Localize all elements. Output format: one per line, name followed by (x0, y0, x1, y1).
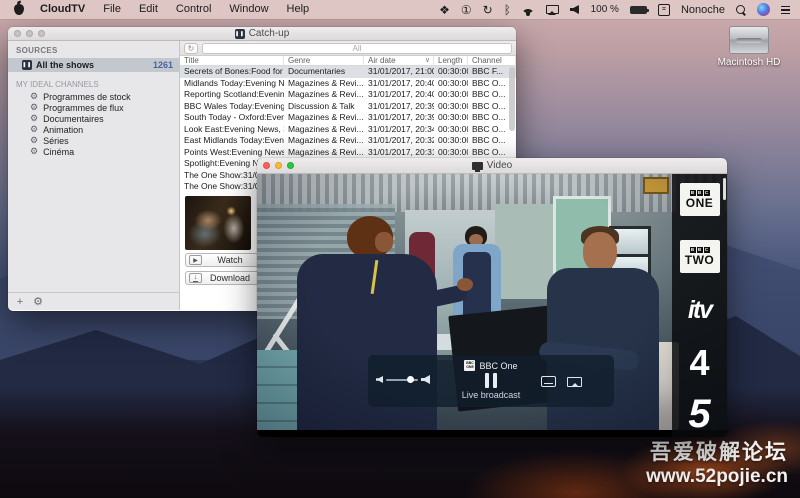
video-titlebar[interactable]: Video (257, 158, 727, 174)
siri-icon[interactable] (757, 3, 770, 16)
gear-icon: ⚙ (30, 102, 39, 112)
table-row[interactable]: East Midlands Today:Evening... Magazines… (180, 135, 516, 147)
gear-icon: ⚙ (30, 146, 39, 156)
table-row[interactable]: Secrets of Bones:Food for Th... Document… (180, 66, 516, 78)
disk-label: Macintosh HD (717, 57, 781, 68)
pause-button[interactable] (485, 373, 497, 388)
sidebar-channel-animation[interactable]: ⚙ Animation (8, 124, 179, 135)
column-header-air-date[interactable]: Air date ∨ (364, 56, 434, 66)
play-icon: ▶ (189, 255, 202, 265)
all-shows-label: All the shows (36, 60, 95, 70)
sidebar-channel-séries[interactable]: ⚙ Séries (8, 135, 179, 146)
column-header-channel[interactable]: Channel (468, 56, 516, 66)
input-source-icon[interactable]: ⌗ (657, 3, 670, 16)
bbc-one-mini-logo: BBC ONE (464, 360, 476, 371)
sidebar-channel-programmes-de-stock[interactable]: ⚙ Programmes de stock (8, 91, 179, 102)
video-title: Video (257, 160, 727, 172)
channel-list-rail: B B C ONE B B C TWO itv 4 5 (672, 174, 727, 437)
catchup-titlebar[interactable]: ❚❚ Catch-up (8, 27, 516, 41)
desktop-icon-macintosh-hd[interactable]: Macintosh HD (716, 26, 782, 68)
sidebar-bottom-bar: + ⚙ (8, 292, 179, 310)
gear-icon: ⚙ (30, 91, 39, 101)
sidebar-channel-documentaires[interactable]: ⚙ Documentaires (8, 113, 179, 124)
playback-overlay: BBC ONE BBC One Live broadcast (368, 355, 614, 407)
table-scrollbar[interactable] (509, 67, 515, 131)
menubar-item-help[interactable]: Help (278, 0, 319, 19)
gear-icon: ⚙ (30, 135, 39, 145)
hard-drive-icon (729, 26, 769, 54)
download-icon: ↓ (189, 273, 202, 283)
sidebar-channel-cinéma[interactable]: ⚙ Cinéma (8, 146, 179, 157)
table-row[interactable]: Look East:Evening News, 31/... Magazines… (180, 124, 516, 136)
table-row[interactable]: BBC Wales Today:Evening Ne... Discussion… (180, 101, 516, 113)
notification-center-icon[interactable] (781, 5, 790, 15)
watermark-text-url: www.52pojie.cn (646, 466, 788, 487)
menu-bar: CloudTV File Edit Control Window Help ❖ ① ↻ ᛒ… (0, 0, 800, 19)
channel-logo-bbc-two[interactable]: B B C TWO (672, 240, 727, 273)
menubar-item-window[interactable]: Window (220, 0, 277, 19)
circled-1-icon[interactable]: ① (461, 4, 472, 16)
apple-menu-icon[interactable] (14, 4, 24, 15)
search-input[interactable] (202, 42, 512, 54)
airplay-display-icon[interactable] (545, 5, 559, 14)
catchup-app-icon: ❚❚ (234, 28, 245, 39)
battery-icon[interactable] (629, 5, 649, 14)
video-window: Video B B C ONE B B C TWO itv 4 5 BBC ON… (257, 158, 727, 437)
subtitles-icon[interactable] (541, 376, 556, 387)
watermark: 吾爱破解论坛 www.52pojie.cn (646, 436, 788, 488)
live-status-label: Live broadcast (461, 390, 521, 400)
overlay-right-icons (541, 376, 582, 387)
sidebar-item-all-shows[interactable]: ❚❚ All the shows 1261 (8, 58, 179, 72)
menu-bar-status: ❖ ① ↻ ᛒ ) 100 % ⌗ Nonoche (439, 3, 800, 16)
add-source-button[interactable]: + (12, 296, 28, 308)
spotlight-icon[interactable] (736, 4, 746, 15)
tv-icon (471, 161, 483, 172)
channel-logo-itv[interactable]: itv (672, 296, 727, 325)
airplay-to-display-icon[interactable] (567, 376, 582, 387)
bluetooth-icon[interactable]: ᛒ (504, 4, 511, 16)
column-header-genre[interactable]: Genre (284, 56, 364, 66)
sort-descending-icon: ∨ (424, 57, 430, 64)
channel-logo-channel-4[interactable]: 4 (672, 342, 727, 384)
column-header-length[interactable]: Length (434, 56, 468, 66)
menubar-item-edit[interactable]: Edit (130, 0, 167, 19)
all-shows-icon: ❚❚ (22, 60, 32, 70)
channel-logo-bbc-one[interactable]: B B C ONE (672, 183, 727, 216)
catchup-toolbar: ↻ (180, 41, 516, 56)
user-menu[interactable]: Nonoche (681, 4, 725, 16)
column-header-title[interactable]: Title (180, 56, 284, 66)
table-row[interactable]: South Today - Oxford:Evenin... Magazines… (180, 112, 516, 124)
table-row[interactable]: Reporting Scotland:Evening... Magazines … (180, 89, 516, 101)
battery-percent: 100 % (590, 4, 619, 15)
current-channel: BBC ONE BBC One (464, 360, 518, 371)
watermark-text-cn: 吾爱破解论坛 (650, 441, 788, 464)
sources-sidebar: SOURCES ❚❚ All the shows 1261 MY IDEAL C… (8, 41, 180, 310)
letterbox-bar (257, 430, 727, 437)
wifi-icon[interactable] (521, 5, 535, 16)
menubar-item-cloudtv[interactable]: CloudTV (31, 0, 94, 19)
menubar-item-control[interactable]: Control (167, 0, 220, 19)
sources-header: SOURCES (16, 46, 58, 55)
table-header: Title Genre Air date ∨ Length Channel (180, 56, 516, 66)
sync-icon[interactable]: ↻ (483, 4, 493, 16)
dropbox-icon[interactable]: ❖ (439, 4, 450, 16)
table-row[interactable]: Midlands Today:Evening New... Magazines … (180, 78, 516, 90)
ideal-channels-header: MY IDEAL CHANNELS (16, 80, 99, 89)
catchup-title: ❚❚ Catch-up (234, 28, 290, 39)
sidebar-channel-programmes-de-flux[interactable]: ⚙ Programmes de flux (8, 102, 179, 113)
gear-icon: ⚙ (30, 113, 39, 123)
gear-icon: ⚙ (30, 124, 39, 134)
show-thumbnail (185, 196, 251, 250)
refresh-button[interactable]: ↻ (184, 42, 198, 54)
table-row[interactable]: Points West:Evening News, 3... Magazines… (180, 147, 516, 159)
menu-bar-left: CloudTV File Edit Control Window Help (0, 0, 318, 19)
all-shows-count-badge: 1261 (152, 60, 173, 70)
video-player[interactable]: B B C ONE B B C TWO itv 4 5 BBC ONE BBC One Live br… (257, 174, 727, 437)
channel-logo-channel-5[interactable]: 5 (672, 392, 727, 437)
menubar-item-file[interactable]: File (94, 0, 130, 19)
volume-icon[interactable]: ) (569, 5, 580, 14)
sidebar-settings-button[interactable]: ⚙ (30, 295, 46, 308)
channel-name-label: BBC One (479, 360, 518, 371)
